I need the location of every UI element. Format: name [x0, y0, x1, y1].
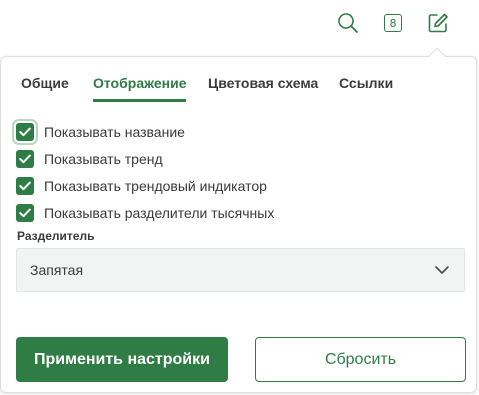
- reset-button[interactable]: Сбросить: [255, 337, 466, 382]
- search-icon[interactable]: [335, 10, 361, 36]
- check-icon[interactable]: [16, 123, 34, 141]
- check-icon[interactable]: [16, 204, 34, 222]
- check-icon[interactable]: [16, 177, 34, 195]
- separator-label: Разделитель: [17, 229, 95, 243]
- counter-badge-icon[interactable]: 8: [380, 10, 406, 36]
- tab-links[interactable]: Ссылки: [339, 75, 393, 103]
- toolbar: 8: [0, 0, 479, 56]
- tab-general[interactable]: Общие: [21, 75, 69, 103]
- counter-value: 8: [384, 14, 402, 32]
- option-label: Показывать название: [44, 124, 185, 140]
- option-label: Показывать разделители тысячных: [44, 205, 275, 221]
- separator-select[interactable]: Запятая: [16, 248, 465, 292]
- option-show-trend[interactable]: Показывать тренд: [16, 148, 163, 170]
- chevron-down-icon: [434, 262, 450, 278]
- separator-value: Запятая: [30, 262, 84, 278]
- option-show-thousand-separators[interactable]: Показывать разделители тысячных: [16, 202, 274, 224]
- check-icon[interactable]: [16, 150, 34, 168]
- settings-tabs: Общие Отображение Цветовая схема Ссылки: [1, 75, 476, 103]
- option-label: Показывать трендовый индикатор: [44, 178, 267, 194]
- option-label: Показывать тренд: [44, 151, 163, 167]
- apply-settings-button[interactable]: Применить настройки: [16, 337, 228, 382]
- option-show-title[interactable]: Показывать название: [16, 121, 185, 143]
- option-show-trend-indicator[interactable]: Показывать трендовый индикатор: [16, 175, 267, 197]
- edit-icon[interactable]: [425, 10, 451, 36]
- settings-popover: Общие Отображение Цветовая схема Ссылки …: [0, 47, 477, 393]
- tab-display[interactable]: Отображение: [93, 75, 187, 103]
- tab-color-scheme[interactable]: Цветовая схема: [208, 75, 318, 103]
